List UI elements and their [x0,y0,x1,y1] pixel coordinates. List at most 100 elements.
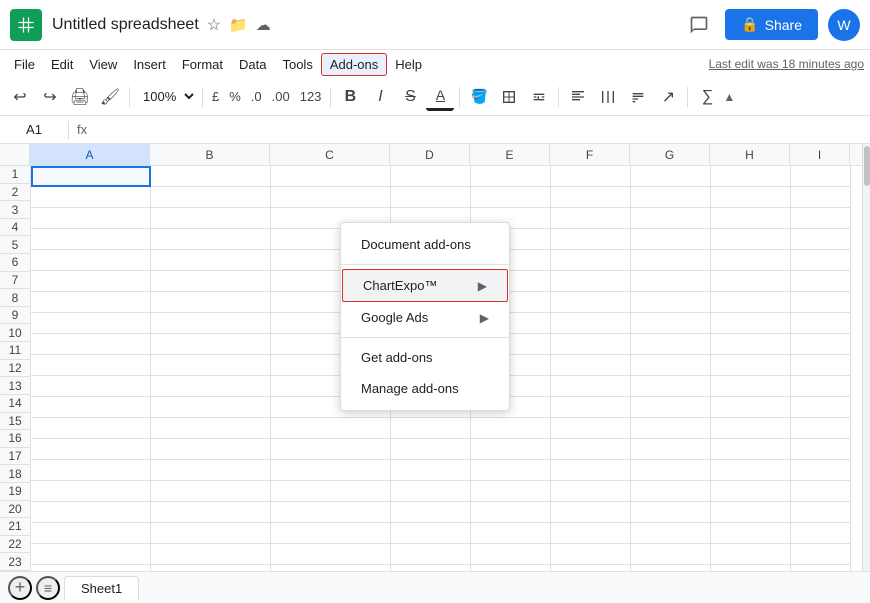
cell-a1[interactable] [31,166,151,187]
cell-a12[interactable] [31,397,151,418]
cell-g7[interactable] [631,292,711,313]
cell-i6[interactable] [791,271,851,292]
row-header-23[interactable]: 23 [0,553,30,571]
cell-a16[interactable] [31,481,151,502]
cell-a4[interactable] [31,229,151,250]
row-header-6[interactable]: 6 [0,254,30,272]
cell-a8[interactable] [31,313,151,334]
col-header-g[interactable]: G [630,144,710,166]
chartexpo-item[interactable]: ChartExpo™ ▶ [342,269,508,302]
cell-a19[interactable] [31,544,151,565]
document-addons-item[interactable]: Document add-ons [341,229,509,260]
row-header-7[interactable]: 7 [0,272,30,290]
cell-g19[interactable] [631,544,711,565]
cell-a7[interactable] [31,292,151,313]
cell-h17[interactable] [711,502,791,523]
col-header-a[interactable]: A [30,144,150,166]
cell-e2[interactable] [471,187,551,208]
row-header-14[interactable]: 14 [0,395,30,413]
cell-d17[interactable] [391,502,471,523]
cell-h3[interactable] [711,208,791,229]
cell-a2[interactable] [31,187,151,208]
cell-b13[interactable] [151,418,271,439]
cell-b5[interactable] [151,250,271,271]
cloud-icon[interactable]: ☁ [256,16,271,34]
cell-f16[interactable] [551,481,631,502]
cell-g1[interactable] [631,166,711,187]
cell-g10[interactable] [631,355,711,376]
cell-a3[interactable] [31,208,151,229]
col-header-h[interactable]: H [710,144,790,166]
cell-h11[interactable] [711,376,791,397]
cell-i1[interactable] [791,166,851,187]
cell-h18[interactable] [711,523,791,544]
rotate-button[interactable]: ↗ [654,83,682,111]
toolbar-collapse[interactable]: ▲ [723,90,735,104]
cell-b6[interactable] [151,271,271,292]
cell-f15[interactable] [551,460,631,481]
row-header-19[interactable]: 19 [0,483,30,501]
text-color-button[interactable]: A [426,83,454,111]
cell-g6[interactable] [631,271,711,292]
cell-b1[interactable] [151,166,271,187]
cell-e14[interactable] [471,439,551,460]
cell-d18[interactable] [391,523,471,544]
align-button[interactable] [564,83,592,111]
redo-button[interactable]: ↪ [36,83,64,111]
decimal-decrease-button[interactable]: .0 [247,87,266,106]
decimal-increase-button[interactable]: .00 [268,87,294,106]
cell-b9[interactable] [151,334,271,355]
cell-f8[interactable] [551,313,631,334]
cell-g17[interactable] [631,502,711,523]
cell-i18[interactable] [791,523,851,544]
cell-c17[interactable] [271,502,391,523]
cell-h2[interactable] [711,187,791,208]
cell-i7[interactable] [791,292,851,313]
cell-c18[interactable] [271,523,391,544]
cell-f19[interactable] [551,544,631,565]
col-header-i[interactable]: I [790,144,850,166]
menu-format[interactable]: Format [174,54,231,75]
cell-a17[interactable] [31,502,151,523]
cell-b14[interactable] [151,439,271,460]
fill-color-button[interactable]: 🪣 [465,83,493,111]
cell-h5[interactable] [711,250,791,271]
merge-button[interactable] [525,83,553,111]
cell-d15[interactable] [391,460,471,481]
cell-a6[interactable] [31,271,151,292]
cell-e1[interactable] [471,166,551,187]
google-ads-item[interactable]: Google Ads ▶ [341,302,509,333]
cell-f10[interactable] [551,355,631,376]
zoom-select[interactable]: 100% 75% 50% 125% 150% [135,86,197,107]
cell-i17[interactable] [791,502,851,523]
strikethrough-button[interactable]: S [396,83,424,111]
cell-i3[interactable] [791,208,851,229]
row-header-8[interactable]: 8 [0,289,30,307]
cell-d19[interactable] [391,544,471,565]
row-header-11[interactable]: 11 [0,342,30,360]
cell-b19[interactable] [151,544,271,565]
cell-e16[interactable] [471,481,551,502]
italic-button[interactable]: I [366,83,394,111]
cell-a15[interactable] [31,460,151,481]
cell-f7[interactable] [551,292,631,313]
cell-h15[interactable] [711,460,791,481]
cell-e19[interactable] [471,544,551,565]
col-header-d[interactable]: D [390,144,470,166]
cell-g16[interactable] [631,481,711,502]
row-header-1[interactable]: 1 [0,166,30,184]
cell-g8[interactable] [631,313,711,334]
cell-g5[interactable] [631,250,711,271]
cell-g13[interactable] [631,418,711,439]
cell-e18[interactable] [471,523,551,544]
cell-d13[interactable] [391,418,471,439]
cell-d16[interactable] [391,481,471,502]
cell-b4[interactable] [151,229,271,250]
cell-g18[interactable] [631,523,711,544]
cell-g9[interactable] [631,334,711,355]
row-header-13[interactable]: 13 [0,377,30,395]
row-header-10[interactable]: 10 [0,324,30,342]
cell-e15[interactable] [471,460,551,481]
right-scrollbar[interactable] [862,144,870,571]
row-header-3[interactable]: 3 [0,201,30,219]
